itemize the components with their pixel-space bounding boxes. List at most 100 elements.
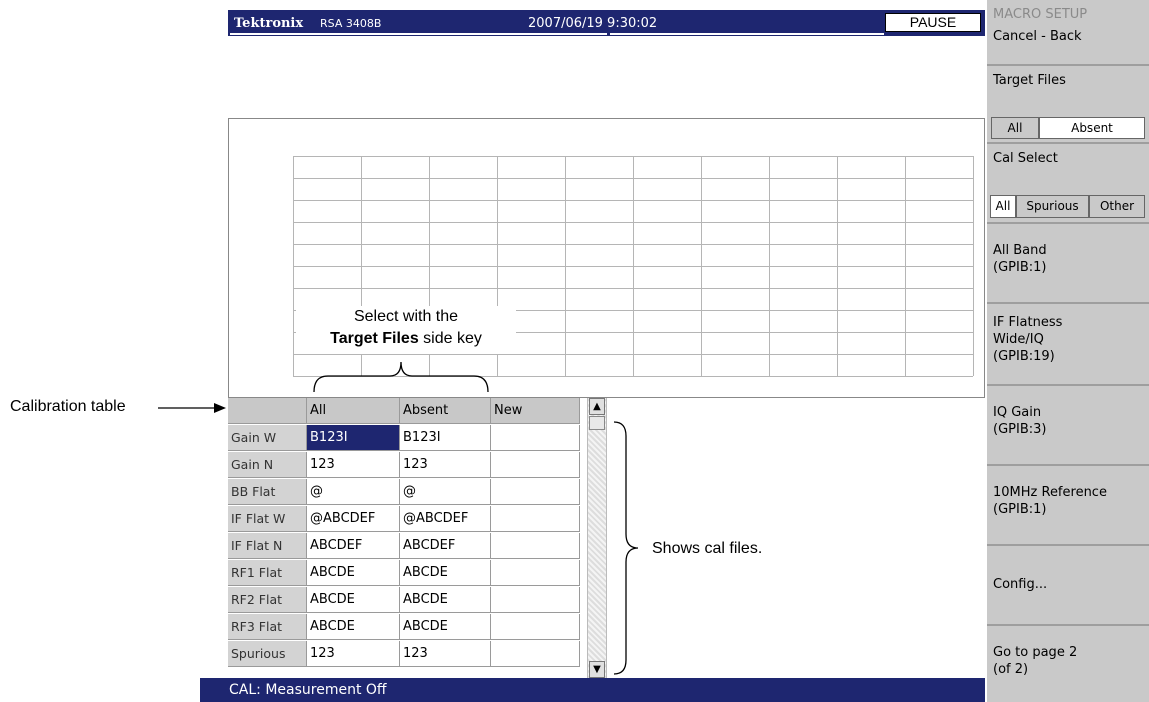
10mhz-reference-label: 10MHz Reference (GPIB:1): [993, 485, 1107, 517]
row-label: RF1 Flat: [228, 560, 307, 586]
cell-new[interactable]: [491, 587, 580, 613]
cal-select-button[interactable]: Cal Select All Spurious Other: [987, 144, 1149, 224]
right-brace: [613, 421, 639, 675]
cell-all[interactable]: @ABCDEF: [307, 506, 400, 532]
graph-gridline-v: [769, 156, 770, 376]
table-row[interactable]: Gain N 123 123: [228, 452, 580, 479]
model-label: RSA 3408B: [320, 17, 382, 30]
cell-absent[interactable]: @: [400, 479, 491, 505]
cal-select-label: Cal Select: [993, 151, 1058, 166]
cal-select-spurious-option[interactable]: Spurious: [1016, 195, 1089, 218]
cell-absent[interactable]: ABCDE: [400, 560, 491, 586]
cell-all[interactable]: B123I: [307, 425, 400, 451]
target-files-label: Target Files: [993, 73, 1066, 88]
table-row[interactable]: Spurious 123 123: [228, 641, 580, 668]
graph-gridline-v: [633, 156, 634, 376]
cell-absent[interactable]: @ABCDEF: [400, 506, 491, 532]
cell-absent[interactable]: ABCDE: [400, 587, 491, 613]
table-header-row: All Absent New: [228, 398, 580, 425]
select-callout-bold: Target Files: [330, 330, 419, 347]
row-label: RF3 Flat: [228, 614, 307, 640]
column-header-new[interactable]: New: [491, 398, 580, 424]
cell-new[interactable]: [491, 614, 580, 640]
table-row[interactable]: IF Flat W @ABCDEF @ABCDEF: [228, 506, 580, 533]
iq-gain-button[interactable]: IQ Gain (GPIB:3): [987, 386, 1149, 466]
cancel-back-button[interactable]: Cancel - Back: [987, 24, 1149, 66]
row-label: RF2 Flat: [228, 587, 307, 613]
cell-new[interactable]: [491, 560, 580, 586]
select-callout-rest: side key: [418, 330, 482, 347]
select-callout: Select with the Target Files side key: [296, 306, 516, 354]
cell-absent[interactable]: 123: [400, 452, 491, 478]
cell-new[interactable]: [491, 452, 580, 478]
table-row[interactable]: Gain W B123I B123I: [228, 425, 580, 452]
cell-absent[interactable]: B123I: [400, 425, 491, 451]
cell-new[interactable]: [491, 479, 580, 505]
cell-absent[interactable]: ABCDEF: [400, 533, 491, 559]
shows-cal-files-label: Shows cal files.: [652, 540, 763, 557]
scroll-down-icon[interactable]: ▼: [589, 661, 605, 678]
cal-select-all-option[interactable]: All: [990, 195, 1016, 218]
cal-select-other-option[interactable]: Other: [1089, 195, 1145, 218]
table-scrollbar[interactable]: ▲ ▼: [587, 398, 607, 678]
cell-absent[interactable]: ABCDE: [400, 614, 491, 640]
side-menu-title-text: MACRO SETUP: [993, 7, 1088, 22]
calibration-table-label: Calibration table: [10, 398, 126, 415]
all-band-label: All Band (GPIB:1): [993, 243, 1047, 275]
config-label: Config...: [993, 577, 1048, 592]
cell-all[interactable]: 123: [307, 452, 400, 478]
scroll-up-icon[interactable]: ▲: [589, 398, 605, 415]
target-files-absent-option[interactable]: Absent: [1039, 117, 1145, 139]
table-row[interactable]: RF3 Flat ABCDE ABCDE: [228, 614, 580, 641]
table-row[interactable]: RF1 Flat ABCDE ABCDE: [228, 560, 580, 587]
table-row[interactable]: BB Flat @ @: [228, 479, 580, 506]
status-bar: CAL: Measurement Off: [200, 678, 985, 702]
calibration-arrow-icon: [158, 403, 226, 413]
pause-button[interactable]: PAUSE: [885, 13, 981, 32]
table-row[interactable]: IF Flat N ABCDEF ABCDEF: [228, 533, 580, 560]
go-to-page-2-button[interactable]: Go to page 2 (of 2): [987, 626, 1149, 702]
graph-gridline-v: [905, 156, 906, 376]
cell-all[interactable]: ABCDE: [307, 587, 400, 613]
graph-display: [228, 118, 985, 398]
all-band-button[interactable]: All Band (GPIB:1): [987, 224, 1149, 304]
row-label: Gain W: [228, 425, 307, 451]
title-divider-right: [610, 33, 884, 35]
brand-label: Tektronix: [234, 16, 304, 31]
column-header-label: [228, 398, 307, 424]
cell-new[interactable]: [491, 506, 580, 532]
row-label: Spurious: [228, 641, 307, 667]
table-row[interactable]: RF2 Flat ABCDE ABCDE: [228, 587, 580, 614]
cell-new[interactable]: [491, 641, 580, 667]
cell-all[interactable]: ABCDE: [307, 560, 400, 586]
graph-gridline-v: [293, 156, 294, 376]
column-header-absent[interactable]: Absent: [400, 398, 491, 424]
go-to-page-2-label: Go to page 2 (of 2): [993, 645, 1078, 677]
top-brace: [313, 361, 489, 393]
cell-new[interactable]: [491, 533, 580, 559]
cell-new[interactable]: [491, 425, 580, 451]
10mhz-reference-button[interactable]: 10MHz Reference (GPIB:1): [987, 466, 1149, 546]
row-label: BB Flat: [228, 479, 307, 505]
select-callout-line2: Target Files side key: [296, 328, 516, 350]
config-button[interactable]: Config...: [987, 546, 1149, 626]
cell-absent[interactable]: 123: [400, 641, 491, 667]
row-label: IF Flat W: [228, 506, 307, 532]
target-files-button[interactable]: Target Files All Absent: [987, 66, 1149, 144]
graph-gridline-v: [973, 156, 974, 376]
column-header-all[interactable]: All: [307, 398, 400, 424]
scroll-thumb[interactable]: [589, 416, 605, 430]
graph-gridline-v: [701, 156, 702, 376]
cell-all[interactable]: @: [307, 479, 400, 505]
target-files-all-option[interactable]: All: [991, 117, 1039, 139]
side-menu-title: MACRO SETUP: [987, 0, 1149, 26]
graph-gridline-v: [837, 156, 838, 376]
if-flatness-button[interactable]: IF Flatness Wide/IQ (GPIB:19): [987, 304, 1149, 386]
cell-all[interactable]: 123: [307, 641, 400, 667]
title-divider-left: [230, 33, 607, 35]
cell-all[interactable]: ABCDE: [307, 614, 400, 640]
cell-all[interactable]: ABCDEF: [307, 533, 400, 559]
datetime-label: 2007/06/19 9:30:02: [528, 16, 658, 31]
title-bar: Tektronix RSA 3408B 2007/06/19 9:30:02 P…: [228, 10, 985, 36]
row-label: IF Flat N: [228, 533, 307, 559]
